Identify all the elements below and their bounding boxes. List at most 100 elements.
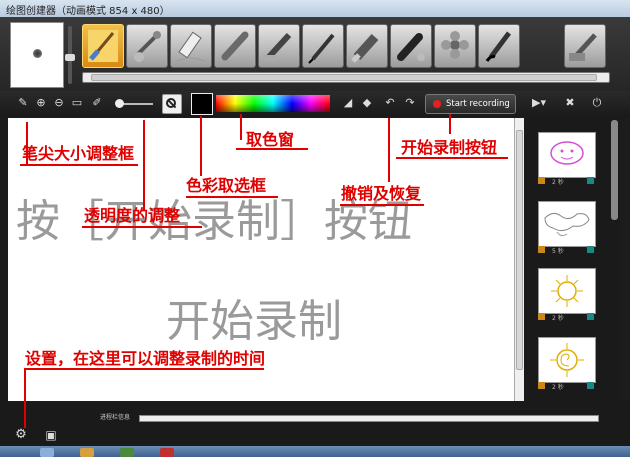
tool-roller[interactable]	[564, 24, 606, 68]
progress-label: 进程栏信息	[100, 414, 131, 421]
tool-highlighter[interactable]	[346, 24, 388, 68]
frame-thumbnail[interactable]	[538, 268, 596, 314]
frame-time: 2 秒	[552, 384, 564, 391]
start-recording-button[interactable]: Start recording	[425, 94, 516, 114]
taskbar-app-icon[interactable]	[160, 448, 174, 457]
brush-scrollbar[interactable]	[82, 72, 610, 83]
record-dot-icon	[433, 100, 441, 108]
frame-delete-icon[interactable]	[587, 382, 594, 389]
annotation-record-button: 开始录制按钮	[401, 138, 498, 157]
fill-icon[interactable]: ◢	[341, 96, 355, 110]
brush-settings-icon[interactable]: ✎	[16, 96, 30, 110]
taskbar-app-icon[interactable]	[40, 448, 54, 457]
delete-frame-icon[interactable]: ✖	[563, 96, 577, 110]
tool-eraser[interactable]	[170, 24, 212, 68]
frame-sun-drawing	[551, 275, 583, 307]
paint-brush-icon	[88, 30, 118, 62]
callout-line	[449, 114, 451, 134]
taskbar-app-icon[interactable]	[120, 448, 134, 457]
annotation-brush-size: 笔尖大小调整框	[22, 144, 135, 163]
marker-icon	[263, 32, 292, 62]
tool-pencil[interactable]	[302, 24, 344, 68]
frame-edit-icon[interactable]	[538, 382, 545, 389]
frame-delete-icon[interactable]	[587, 246, 594, 253]
window-title: 绘图创建器（动画模式 854 x 480）	[6, 6, 170, 17]
callout-underline	[82, 226, 202, 228]
canvas-scroll-thumb[interactable]	[516, 130, 523, 370]
callout-underline	[20, 164, 138, 166]
camera-icon[interactable]: ▣	[44, 428, 58, 442]
no-sign-icon	[166, 98, 176, 108]
brush-size-slider[interactable]	[65, 26, 75, 84]
callout-underline	[186, 196, 278, 198]
redo-icon[interactable]: ↷	[403, 96, 417, 110]
annotation-undo-redo: 撤销及恢复	[341, 184, 422, 203]
taskbar-app-icon[interactable]	[80, 448, 94, 457]
frame-thumbnail[interactable]	[538, 132, 596, 178]
frame-edit-icon[interactable]	[538, 177, 545, 184]
zoom-out-icon[interactable]: ⊖	[52, 96, 66, 110]
stop-icon[interactable]: ⏻	[590, 96, 604, 110]
settings-gear-icon[interactable]: ⚙	[14, 428, 28, 442]
tool-chalk[interactable]	[214, 24, 256, 68]
roller-icon	[569, 33, 597, 61]
callout-underline	[396, 157, 508, 159]
pencil-icon	[308, 33, 335, 64]
callout-underline	[236, 148, 308, 150]
flower-stamp-icon	[441, 31, 469, 59]
scrollbar-thumb[interactable]	[91, 74, 597, 81]
frame-thumbnail[interactable]	[538, 201, 596, 247]
current-color-swatch[interactable]	[191, 93, 213, 115]
opacity-slider[interactable]	[115, 99, 153, 108]
callout-line	[240, 114, 242, 140]
start-recording-label: Start recording	[446, 99, 510, 109]
frame-face-drawing	[550, 141, 584, 165]
frame-time: 2 秒	[552, 179, 564, 186]
taskbar	[0, 446, 630, 457]
callout-underline	[340, 204, 424, 206]
callout-line	[143, 120, 145, 210]
no-color-button[interactable]	[162, 94, 182, 114]
annotation-opacity: 透明度的调整	[84, 206, 181, 225]
tool-calligraphy[interactable]	[478, 24, 520, 68]
callout-underline	[24, 368, 264, 370]
clear-icon[interactable]: ◆	[360, 96, 374, 110]
frame-sun-swirl-drawing	[550, 343, 584, 377]
annotation-color-select: 色彩取选框	[186, 176, 267, 195]
slider-knob[interactable]	[65, 54, 75, 61]
undo-icon[interactable]: ↶	[383, 96, 397, 110]
tool-airbrush[interactable]	[126, 24, 168, 68]
frame-time: 5 秒	[552, 248, 564, 255]
brush-color-icon[interactable]: ✐	[90, 96, 104, 110]
frame-time: 2 秒	[552, 315, 564, 322]
tool-smudge[interactable]	[390, 24, 432, 68]
airbrush-icon	[134, 31, 161, 62]
tool-marker[interactable]	[258, 24, 300, 68]
progress-bar	[139, 415, 599, 422]
frame-delete-icon[interactable]	[587, 177, 594, 184]
smudge-icon	[397, 33, 425, 61]
callout-line	[24, 368, 26, 428]
chalk-icon	[221, 31, 249, 61]
tool-stamp[interactable]	[434, 24, 476, 68]
frame-delete-icon[interactable]	[587, 313, 594, 320]
frame-edit-icon[interactable]	[538, 313, 545, 320]
annotation-settings: 设置，在这里可以调整录制的时间	[25, 349, 266, 368]
annotation-color-window: 取色窗	[246, 130, 295, 149]
frame-map-drawing	[544, 212, 590, 237]
frame-thumbnail[interactable]	[538, 337, 596, 383]
title-bar: 绘图创建器（动画模式 854 x 480）	[0, 0, 630, 18]
frame-edit-icon[interactable]	[538, 246, 545, 253]
color-picker-spectrum[interactable]	[216, 95, 330, 112]
opacity-knob[interactable]	[115, 99, 124, 108]
frames-scrollbar[interactable]	[611, 120, 618, 220]
zoom-in-icon[interactable]: ⊕	[34, 96, 48, 110]
eraser-icon	[176, 31, 206, 62]
callout-line	[388, 118, 390, 182]
brush-size-preview[interactable]	[10, 22, 64, 88]
tool-paint-brush[interactable]	[82, 24, 124, 68]
actual-size-icon[interactable]: ▭	[70, 96, 84, 110]
status-area	[0, 401, 630, 446]
calligraphy-brush-icon	[485, 31, 511, 62]
play-icon[interactable]: ▶▾	[529, 96, 549, 110]
